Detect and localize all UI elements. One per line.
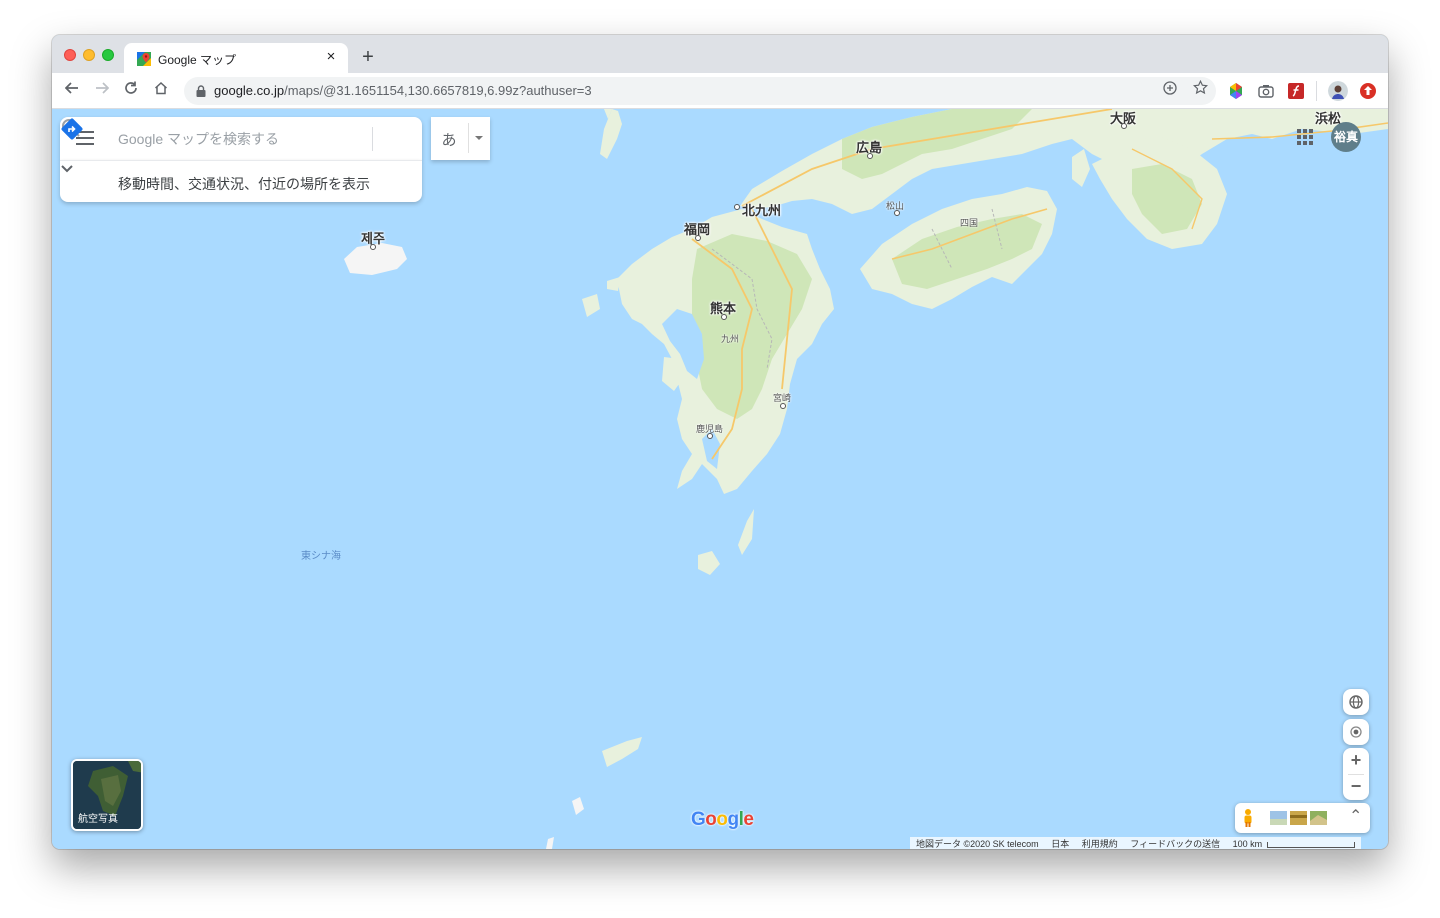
browser-window: Google マップ × + google.co.jp/maps/@31.165… bbox=[52, 35, 1388, 849]
title-bar: Google マップ × + bbox=[52, 35, 1388, 73]
imagery-thumbnails[interactable] bbox=[1270, 811, 1328, 825]
globe-view-button[interactable] bbox=[1343, 689, 1369, 715]
update-arrow-icon[interactable] bbox=[1358, 81, 1378, 101]
search-input[interactable] bbox=[118, 129, 328, 149]
script-extension-icon[interactable] bbox=[1286, 81, 1306, 101]
city-dot-kitakyushu[interactable] bbox=[734, 204, 740, 210]
color-extension-icon[interactable] bbox=[1226, 81, 1246, 101]
city-dot-matsuyama[interactable] bbox=[894, 210, 900, 216]
directions-icon[interactable] bbox=[60, 117, 84, 141]
tab-close-icon[interactable]: × bbox=[322, 48, 340, 66]
google-apps-icon[interactable] bbox=[1297, 129, 1313, 145]
plus-circle-icon bbox=[1163, 81, 1177, 95]
account-avatar[interactable]: 裕真 bbox=[1331, 122, 1361, 152]
reload-icon bbox=[125, 81, 137, 94]
zoom-controls: + − bbox=[1343, 748, 1369, 800]
city-dot-osaka[interactable] bbox=[1121, 123, 1127, 129]
terms-link[interactable]: 利用規約 bbox=[1082, 839, 1118, 849]
url-text: google.co.jp/maps/@31.1651154,130.665781… bbox=[214, 83, 592, 98]
zoom-in-button[interactable]: + bbox=[1342, 748, 1370, 774]
ime-hiragana-label[interactable]: あ bbox=[431, 129, 467, 150]
my-location-button[interactable] bbox=[1343, 719, 1369, 745]
bookmark-star-button[interactable] bbox=[1188, 79, 1212, 103]
label-kyushu: 九州 bbox=[721, 334, 740, 344]
map-canvas[interactable]: 大阪 浜松 広島 北九州 福岡 제주 熊本 九州 松山 四国 宮崎 鹿児島 東シ… bbox=[52, 109, 1388, 849]
city-dot-miyazaki[interactable] bbox=[780, 403, 786, 409]
label-shikoku: 四国 bbox=[960, 218, 979, 228]
map-data-attribution[interactable]: 地図データ ©2020 SK telecom bbox=[916, 839, 1039, 849]
new-tab-button[interactable]: + bbox=[357, 46, 379, 68]
input-method-picker[interactable]: あ bbox=[431, 117, 490, 160]
star-icon bbox=[1192, 79, 1208, 95]
explore-nearby-text[interactable]: 移動時間、交通状況、付近の場所を表示 bbox=[118, 174, 370, 194]
send-feedback-link[interactable]: フィードバックの送信 bbox=[1130, 839, 1220, 849]
back-arrow-icon bbox=[64, 82, 78, 94]
home-button[interactable] bbox=[149, 79, 173, 103]
profile-avatar-icon[interactable] bbox=[1328, 81, 1348, 101]
google-logo: Google bbox=[691, 809, 754, 830]
address-bar[interactable]: google.co.jp/maps/@31.1651154,130.665781… bbox=[184, 77, 1216, 105]
forward-arrow-icon bbox=[96, 82, 110, 94]
reload-button[interactable] bbox=[119, 79, 143, 103]
camera-icon[interactable] bbox=[1256, 81, 1276, 101]
expand-imagery-button[interactable]: ⌃ bbox=[1349, 806, 1362, 826]
tab-google-maps[interactable]: Google マップ × bbox=[124, 43, 348, 73]
google-maps-favicon-icon bbox=[137, 52, 151, 66]
install-app-button[interactable] bbox=[1158, 79, 1182, 103]
zoom-out-button[interactable]: − bbox=[1342, 774, 1370, 800]
home-icon bbox=[154, 81, 168, 95]
city-dot-hiroshima[interactable] bbox=[867, 153, 873, 159]
map-footer: 地図データ ©2020 SK telecom 日本 利用規約 フィードバックの送… bbox=[910, 837, 1361, 849]
search-box bbox=[60, 117, 422, 160]
toolbar-divider bbox=[1316, 81, 1317, 101]
label-kitakyushu[interactable]: 北九州 bbox=[742, 200, 781, 219]
location-target-icon bbox=[1350, 726, 1362, 738]
tab-title: Google マップ bbox=[158, 53, 237, 67]
explore-nearby-panel[interactable]: 移動時間、交通状況、付近の場所を表示 bbox=[60, 160, 422, 202]
maximize-window-button[interactable] bbox=[102, 49, 114, 61]
caret-down-icon[interactable] bbox=[475, 136, 483, 140]
globe-icon bbox=[1349, 695, 1363, 709]
country-link[interactable]: 日本 bbox=[1051, 839, 1069, 849]
satellite-label: 航空写真 bbox=[78, 814, 118, 825]
city-dot-kagoshima[interactable] bbox=[707, 433, 713, 439]
city-dot-fukuoka[interactable] bbox=[695, 235, 701, 241]
scale-bar[interactable] bbox=[1266, 841, 1355, 848]
close-window-button[interactable] bbox=[64, 49, 76, 61]
forward-button[interactable] bbox=[90, 79, 114, 103]
city-dot-jeju[interactable] bbox=[370, 244, 376, 250]
city-dot-kumamoto[interactable] bbox=[721, 314, 727, 320]
pegman-icon[interactable] bbox=[1241, 808, 1255, 828]
satellite-layer-button[interactable]: 航空写真 bbox=[71, 759, 143, 831]
lock-icon bbox=[196, 85, 206, 97]
search-divider bbox=[372, 127, 373, 151]
browser-toolbar: google.co.jp/maps/@31.1651154,130.665781… bbox=[52, 73, 1388, 109]
ime-divider bbox=[468, 123, 469, 153]
chevron-down-icon[interactable] bbox=[60, 161, 74, 175]
minimize-window-button[interactable] bbox=[83, 49, 95, 61]
back-button[interactable] bbox=[60, 79, 84, 103]
map-land-layer bbox=[344, 109, 1388, 849]
label-east-china-sea: 東シナ海 bbox=[301, 551, 341, 562]
street-view-panel: ⌃ bbox=[1235, 803, 1370, 833]
scale-label[interactable]: 100 km bbox=[1233, 839, 1263, 849]
